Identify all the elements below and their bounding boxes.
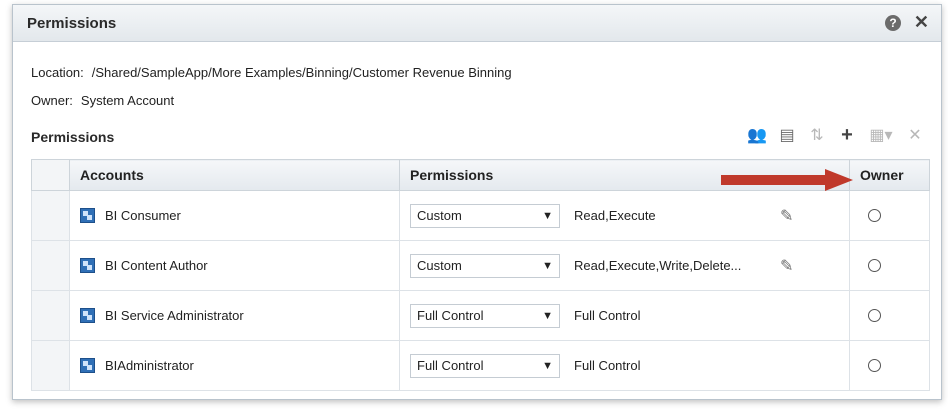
row-selector[interactable] [31,190,70,241]
account-entry: BI Consumer [80,208,389,223]
permission-select-value: Custom [417,208,462,223]
permissions-table: Accounts Permissions Owner BI Consumer C… [31,159,930,391]
dropdown-arrow-icon[interactable]: ▼ [542,260,553,272]
permission-detail: Full Control [574,308,641,323]
annotation-arrow [721,169,853,191]
permission-select[interactable]: Custom ▼ [410,203,560,228]
permission-entry: Custom ▼ Read,Execute,Write,Delete... ✎ [410,253,839,278]
owner-cell [849,340,930,391]
location-label: Location: [31,65,84,80]
permissions-dialog: Permissions ? ✕ Location: /Shared/SampleA… [12,4,942,400]
account-cell: BI Content Author [69,240,400,291]
delete-icon[interactable]: ✕ [905,125,925,145]
table-row[interactable]: BI Service Administrator Full Control ▼ … [31,290,930,341]
table-row[interactable]: BI Consumer Custom ▼ Read,Execute ✎ [31,190,930,241]
account-cell: BI Service Administrator [69,290,400,341]
dropdown-arrow-icon[interactable]: ▼ [542,210,553,222]
add-users-icon[interactable]: 👥 [747,125,767,145]
application-role-icon [80,208,95,223]
row-header-corner [31,159,70,191]
permission-entry: Custom ▼ Read,Execute ✎ [410,203,839,228]
permission-detail: Read,Execute,Write,Delete... [574,258,742,273]
table-row[interactable]: BI Content Author Custom ▼ Read,Execute,… [31,240,930,291]
help-icon[interactable]: ? [885,15,901,31]
account-cell: BIAdministrator [69,340,400,391]
annotation-arrow-head [825,169,853,191]
edit-pencil-icon[interactable]: ✎ [780,206,793,226]
row-selector[interactable] [31,240,70,291]
owner-label: Owner: [31,93,73,108]
application-role-icon [80,258,95,273]
account-name: BI Consumer [105,208,181,223]
permission-detail: Full Control [574,358,641,373]
apply-recursive-icon[interactable]: ⇅ [807,125,827,145]
permission-cell: Full Control ▼ Full Control [399,290,850,341]
owner-cell [849,190,930,241]
account-entry: BIAdministrator [80,358,389,373]
owner-line: Owner: System Account [31,93,174,108]
set-permissions-dropdown-icon[interactable]: ▦▾ [867,125,895,145]
application-role-icon [80,358,95,373]
owner-column-header[interactable]: Owner [849,159,930,191]
owner-cell [849,240,930,291]
edit-pencil-icon[interactable]: ✎ [780,256,793,276]
annotation-arrow-shaft [721,175,827,185]
row-selector[interactable] [31,340,70,391]
permission-cell: Custom ▼ Read,Execute,Write,Delete... ✎ [399,240,850,291]
owner-radio[interactable] [868,359,881,372]
owner-radio[interactable] [868,209,881,222]
permission-select-value: Full Control [417,308,484,323]
permission-select-value: Full Control [417,358,484,373]
account-entry: BI Content Author [80,258,389,273]
owner-value: System Account [80,93,175,108]
application-role-icon [80,308,95,323]
dropdown-arrow-icon[interactable]: ▼ [542,360,553,372]
row-selector[interactable] [31,290,70,341]
accounts-column-header[interactable]: Accounts [69,159,400,191]
table-row[interactable]: BIAdministrator Full Control ▼ Full Cont… [31,340,930,391]
permission-select-value: Custom [417,258,462,273]
dialog-titlebar: Permissions ? ✕ [13,5,941,42]
close-icon[interactable]: ✕ [914,12,929,32]
add-icon[interactable]: + [837,124,857,146]
permissions-toolbar: 👥 ▤ ⇅ + ▦▾ ✕ [747,124,925,146]
account-entry: BI Service Administrator [80,308,389,323]
permissions-section-title: Permissions [31,129,115,145]
permission-select[interactable]: Custom ▼ [410,253,560,278]
account-name: BI Content Author [105,258,208,273]
dialog-title: Permissions [27,15,117,32]
permission-cell: Custom ▼ Read,Execute ✎ [399,190,850,241]
user-list-icon[interactable]: ▤ [777,125,797,145]
location-line: Location: /Shared/SampleApp/More Examples… [31,65,512,80]
owner-cell [849,290,930,341]
account-cell: BI Consumer [69,190,400,241]
owner-radio[interactable] [868,259,881,272]
account-name: BI Service Administrator [105,308,244,323]
owner-radio[interactable] [868,309,881,322]
account-name: BIAdministrator [105,358,194,373]
permission-cell: Full Control ▼ Full Control [399,340,850,391]
permission-select[interactable]: Full Control ▼ [410,353,560,378]
permission-detail: Read,Execute [574,208,656,223]
location-value: /Shared/SampleApp/More Examples/Binning/… [91,65,512,80]
dropdown-arrow-icon[interactable]: ▼ [542,310,553,322]
permission-entry: Full Control ▼ Full Control [410,353,839,378]
permission-entry: Full Control ▼ Full Control [410,303,839,328]
permission-select[interactable]: Full Control ▼ [410,303,560,328]
